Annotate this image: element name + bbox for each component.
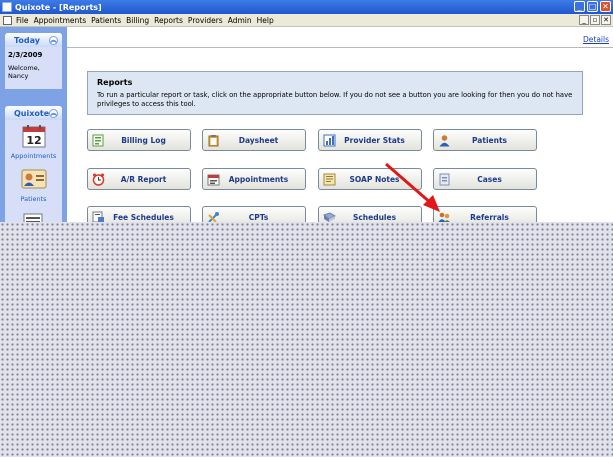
window-title: Quixote - [Reports]	[15, 2, 102, 12]
menu-help[interactable]: Help	[257, 16, 274, 25]
menu-patients[interactable]: Patients	[91, 16, 121, 25]
appointments-label: Appointments	[228, 174, 289, 184]
title-bar: Quixote - [Reports] _ □ ✕	[0, 0, 613, 14]
welcome-text: Welcome, Nancy	[8, 64, 40, 80]
app-icon	[2, 2, 12, 12]
menu-appointments[interactable]: Appointments	[34, 16, 87, 25]
today-panel: Today ︽ 2/3/2009 Welcome, Nancy	[5, 33, 62, 89]
provider-stats-label: Provider Stats	[344, 135, 405, 145]
referrals-label: Referrals	[470, 212, 509, 222]
divider	[67, 47, 613, 48]
calendar-icon	[207, 174, 220, 185]
menu-billing[interactable]: Billing	[126, 16, 149, 25]
ledger-icon	[92, 134, 104, 146]
sidebar-item-label: Patients	[20, 195, 47, 203]
cpts-label: CPTs	[248, 212, 269, 222]
patient-card-icon	[21, 169, 46, 189]
mdi-restore-button[interactable]: ▫	[590, 15, 600, 25]
ar-report-button[interactable]: A/R Report	[87, 168, 191, 190]
billing-log-label: Billing Log	[121, 135, 166, 145]
provider-stats-button[interactable]: Provider Stats	[318, 129, 422, 151]
menu-bar: File Appointments Patients Billing Repor…	[0, 14, 613, 27]
annotation-arrow	[385, 162, 440, 212]
menu-reports[interactable]: Reports	[154, 16, 183, 25]
fee-schedules-label: Fee Schedules	[113, 212, 174, 222]
sidebar-item-patients[interactable]: Patients	[5, 163, 62, 203]
reports-description: To run a particular report or task, clic…	[97, 91, 573, 108]
details-link[interactable]: Details	[583, 35, 609, 44]
menu-file[interactable]: File	[16, 16, 29, 25]
today-title: Today	[14, 35, 40, 45]
today-panel-header[interactable]: Today ︽	[5, 33, 62, 47]
notes-icon	[323, 173, 336, 185]
patients-button[interactable]: Patients	[433, 129, 537, 151]
chevron-up-icon[interactable]: ︽	[49, 108, 58, 118]
daysheet-label: Daysheet	[238, 135, 279, 145]
minimize-button[interactable]: _	[574, 1, 585, 12]
sidebar-item-appointments[interactable]: 12 Appointments	[5, 120, 62, 160]
daysheet-button[interactable]: Daysheet	[202, 129, 306, 151]
quixote-panel: Quixote ︽ 12 Appointments Patients	[5, 106, 62, 230]
svg-text:12: 12	[26, 134, 41, 147]
document-icon[interactable]	[3, 15, 12, 25]
reports-title: Reports	[97, 78, 133, 87]
mdi-minimize-button[interactable]: _	[579, 15, 589, 25]
maximize-button[interactable]: □	[587, 1, 598, 12]
menu-providers[interactable]: Providers	[188, 16, 223, 25]
person-icon	[439, 134, 450, 146]
obscured-region	[0, 222, 613, 457]
billing-log-button[interactable]: Billing Log	[87, 129, 191, 151]
appointments-button[interactable]: Appointments	[202, 168, 306, 190]
clipboard-icon	[208, 134, 219, 146]
mdi-close-button[interactable]: ✕	[601, 15, 611, 25]
cases-label: Cases	[477, 174, 502, 184]
clock-icon	[92, 173, 105, 186]
menu-admin[interactable]: Admin	[228, 16, 252, 25]
sidebar-item-label: Appointments	[10, 152, 57, 160]
ar-report-label: A/R Report	[120, 174, 167, 184]
today-date: 2/3/2009	[8, 51, 43, 59]
chevron-up-icon[interactable]: ︽	[49, 35, 58, 45]
reports-info-box: Reports To run a particular report or ta…	[87, 71, 583, 115]
close-button[interactable]: ✕	[600, 1, 611, 12]
quixote-panel-header[interactable]: Quixote ︽	[5, 106, 62, 120]
provider-icon	[323, 134, 336, 146]
calendar-icon: 12	[22, 125, 45, 148]
patients-label: Patients	[472, 135, 507, 145]
quixote-title: Quixote	[14, 108, 50, 118]
